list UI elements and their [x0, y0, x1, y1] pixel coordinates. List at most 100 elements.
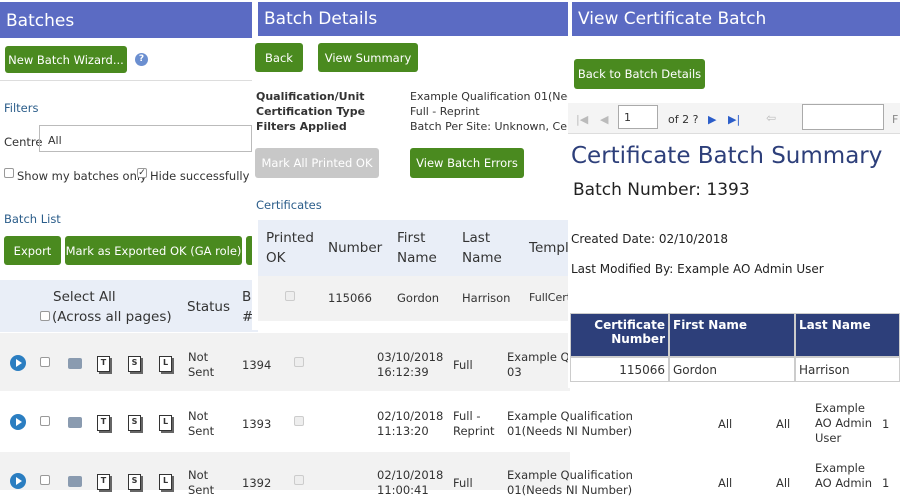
batch-header-b[interactable]: B	[242, 289, 251, 305]
col-last-name-header: Last Name	[795, 313, 900, 357]
col-last-name[interactable]: Last	[462, 230, 490, 246]
open-batch-icon[interactable]	[10, 355, 26, 371]
batch-details-title: Batch Details	[264, 9, 378, 29]
find-input[interactable]	[802, 104, 884, 130]
status-header[interactable]: Status	[187, 299, 230, 315]
back-arrow-icon[interactable]: ⇦	[766, 111, 776, 125]
row-status: Sent	[188, 483, 215, 497]
row-centre: All	[718, 417, 733, 431]
row-user: Example	[815, 401, 865, 415]
filters-applied-label: Filters Applied	[256, 120, 347, 133]
back-to-batch-details-button[interactable]: Back to Batch Details	[574, 59, 705, 89]
col-template[interactable]: Templ	[529, 240, 569, 256]
row-type: Full -	[453, 409, 481, 423]
next-page-icon[interactable]: ▶	[708, 113, 716, 126]
row-type: Reprint	[453, 424, 495, 438]
row-count: 1	[882, 476, 890, 490]
col-last-name[interactable]: Name	[462, 250, 502, 266]
row-checkbox[interactable]	[40, 357, 50, 367]
cert-first-name: Gordon	[397, 291, 440, 305]
s-document-icon[interactable]: S	[128, 415, 141, 431]
last-modified: Last Modified By: Example AO Admin User	[571, 262, 824, 276]
view-batch-errors-button[interactable]: View Batch Errors	[410, 148, 524, 178]
t-document-icon[interactable]: T	[97, 356, 110, 372]
t-document-icon[interactable]: T	[97, 474, 110, 490]
summary-last-name: Harrison	[795, 357, 900, 382]
find-label[interactable]: F	[892, 113, 900, 126]
mark-all-printed-button[interactable]: Mark All Printed OK	[255, 148, 379, 178]
open-batch-icon[interactable]	[10, 473, 26, 489]
help-icon[interactable]: ?	[135, 53, 148, 66]
batches-header: Batches	[0, 2, 252, 38]
l-document-icon[interactable]: L	[159, 356, 172, 372]
summary-first-name: Gordon	[669, 357, 795, 382]
back-button[interactable]: Back	[255, 43, 303, 72]
hide-success-label: Hide successfully ex	[150, 169, 267, 183]
l-document-icon[interactable]: L	[159, 474, 172, 490]
table-row	[0, 452, 570, 490]
row-printed-checkbox	[294, 357, 304, 367]
col-printed[interactable]: Printed	[266, 230, 314, 246]
batch-details-header: Batch Details	[258, 2, 568, 36]
printer-icon[interactable]	[68, 358, 82, 369]
certification-type-value: Full - Reprint	[410, 105, 480, 118]
summary-title: Certificate Batch Summary	[571, 143, 883, 169]
row-site: All	[776, 476, 791, 490]
across-pages-label: (Across all pages)	[52, 309, 172, 325]
row-batch-number: 1392	[242, 476, 272, 490]
batches-title: Batches	[6, 11, 75, 31]
col-printed[interactable]: OK	[266, 250, 285, 266]
row-user: User	[815, 431, 842, 445]
t-document-icon[interactable]: T	[97, 415, 110, 431]
page-number-input[interactable]: 1	[618, 105, 658, 129]
row-qualification: Example Qu	[507, 350, 577, 364]
view-summary-button[interactable]: View Summary	[318, 43, 418, 72]
open-batch-icon[interactable]	[10, 414, 26, 430]
row-checkbox[interactable]	[40, 475, 50, 485]
col-cert-number-a: Certificate	[594, 318, 665, 332]
row-type: Full	[453, 358, 473, 372]
col-cert-number-b: Number	[611, 332, 665, 346]
row-qualification: 01(Needs NI Number)	[507, 424, 633, 438]
last-page-icon[interactable]: ▶|	[728, 113, 740, 126]
cert-printed-checkbox[interactable]	[285, 291, 295, 301]
row-status: Sent	[188, 365, 215, 379]
col-first-name[interactable]: Name	[397, 250, 437, 266]
qualification-label: Qualification/Unit	[256, 90, 365, 103]
printer-icon[interactable]	[68, 417, 82, 428]
row-checkbox[interactable]	[40, 416, 50, 426]
page-of-label: of 2 ?	[668, 113, 699, 126]
row-batch-number: 1393	[242, 417, 272, 431]
row-status: Not	[188, 409, 209, 423]
batch-list-label: Batch List	[4, 212, 61, 226]
row-user: AO Admin	[815, 476, 873, 490]
cert-last-name: Harrison	[462, 291, 511, 305]
s-document-icon[interactable]: S	[128, 474, 141, 490]
select-all-checkbox[interactable]	[40, 311, 50, 321]
hide-success-checkbox[interactable]: ✓	[137, 168, 147, 178]
row-type: Full	[453, 476, 473, 490]
row-time: 16:12:39	[377, 365, 429, 379]
table-row	[0, 333, 570, 391]
filters-label: Filters	[4, 101, 39, 115]
row-status: Sent	[188, 424, 215, 438]
qualification-value: Example Qualification 01(Needs	[410, 90, 570, 103]
mark-exported-button[interactable]: Mark as Exported OK (GA role)	[65, 236, 242, 265]
printer-icon[interactable]	[68, 476, 82, 487]
col-first-name[interactable]: First	[397, 230, 425, 246]
col-number[interactable]: Number	[328, 240, 382, 256]
show-my-batches-label: Show my batches only	[17, 169, 147, 183]
prev-page-icon[interactable]: ◀	[600, 113, 608, 126]
first-page-icon[interactable]: |◀	[576, 113, 588, 126]
divider	[0, 80, 252, 81]
new-batch-wizard-button[interactable]: New Batch Wizard...	[5, 46, 127, 73]
row-batch-number: 1394	[242, 358, 272, 372]
l-document-icon[interactable]: L	[159, 415, 172, 431]
export-button[interactable]: Export	[4, 236, 61, 265]
show-my-batches-checkbox[interactable]	[4, 168, 14, 178]
row-date: 02/10/2018	[377, 409, 444, 423]
s-document-icon[interactable]: S	[128, 356, 141, 372]
cert-number: 115066	[328, 291, 372, 305]
centre-select[interactable]: All	[39, 125, 252, 152]
filters-applied-value: Batch Per Site: Unknown, Centr	[410, 120, 570, 133]
